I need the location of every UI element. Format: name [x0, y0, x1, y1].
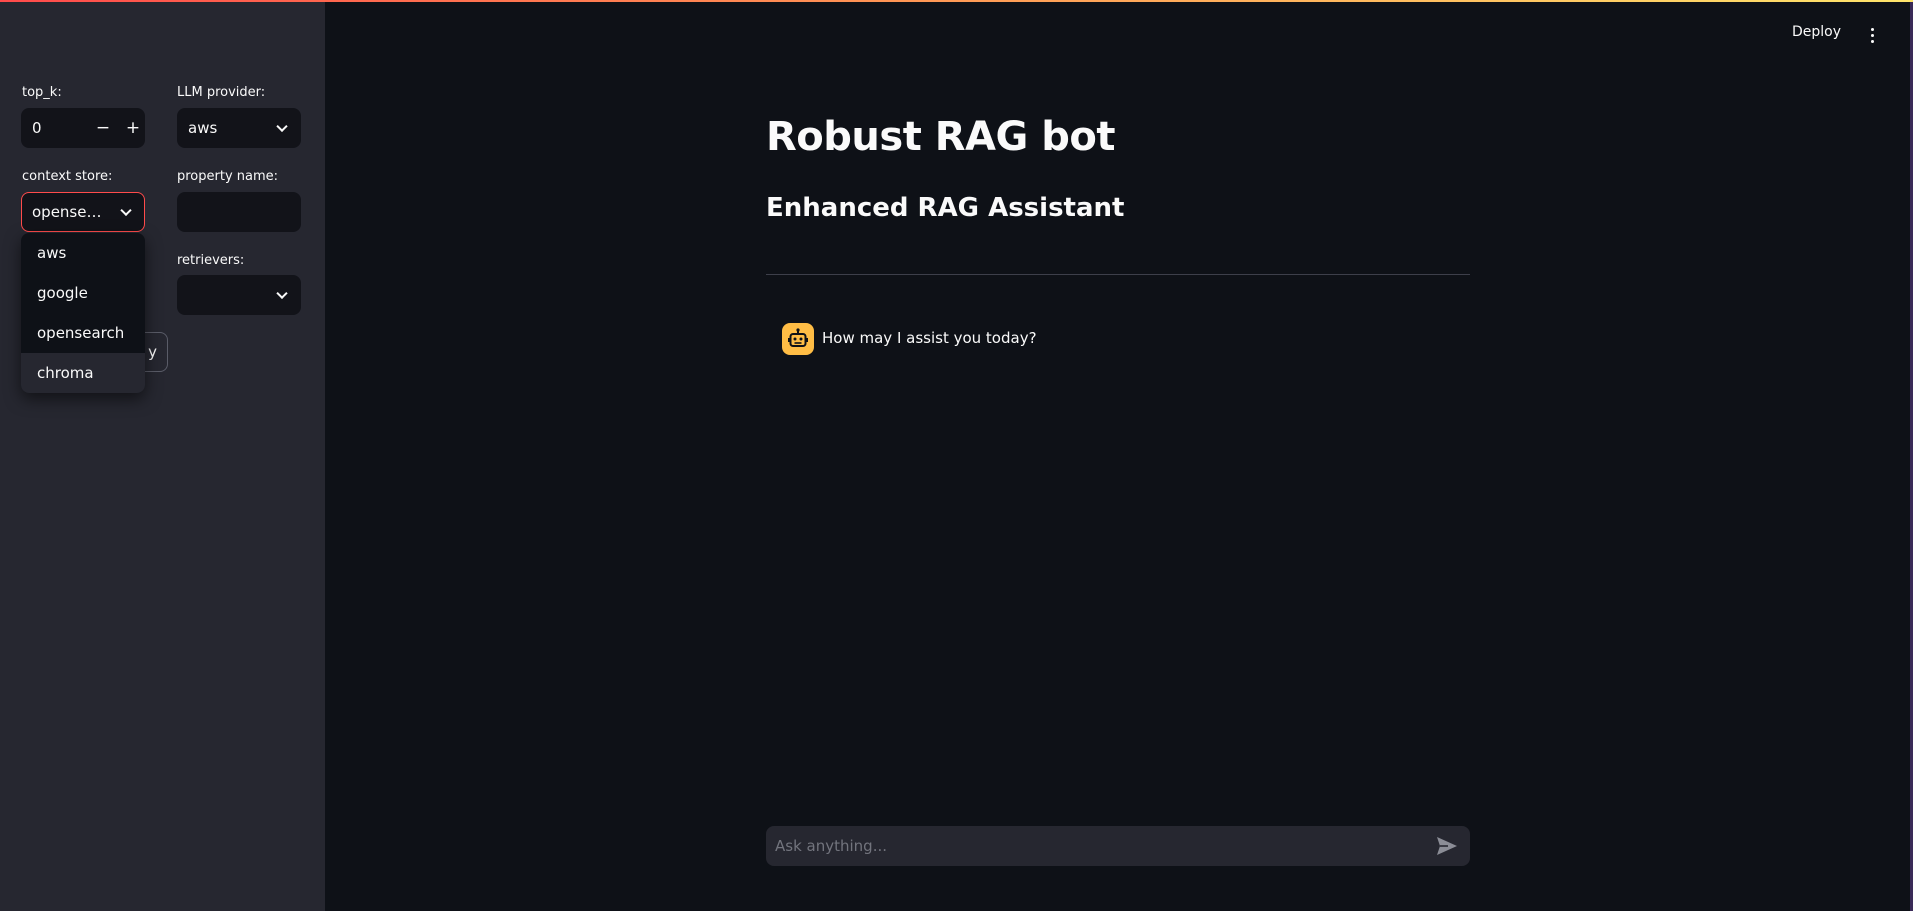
decrement-button[interactable]: −	[88, 109, 118, 147]
send-icon[interactable]	[1436, 836, 1458, 856]
llm-provider-select[interactable]: aws	[177, 108, 301, 148]
increment-button[interactable]: +	[118, 109, 148, 147]
app-window: top_k: 0 − + LLM provider: aws context s…	[0, 0, 1913, 911]
property-name-label: property name:	[177, 169, 279, 184]
dropdown-option-opensearch[interactable]: opensearch	[21, 313, 145, 353]
llm-provider-value: aws	[188, 119, 218, 137]
property-name-input[interactable]	[177, 192, 301, 232]
llm-provider-label: LLM provider:	[177, 85, 266, 100]
sidebar: top_k: 0 − + LLM provider: aws context s…	[0, 0, 325, 911]
chat-input-box	[766, 826, 1470, 866]
context-store-dropdown: aws google opensearch chroma	[21, 233, 145, 393]
chevron-down-icon	[276, 120, 288, 133]
top-k-stepper[interactable]: 0 − +	[21, 108, 145, 148]
context-store-select[interactable]: opense…	[21, 192, 145, 232]
deploy-button[interactable]: Deploy	[1792, 24, 1841, 40]
top-k-value[interactable]: 0	[32, 119, 42, 137]
retrievers-label: retrievers:	[177, 253, 245, 268]
assistant-message: How may I assist you today?	[822, 329, 1037, 347]
chat-input[interactable]	[766, 826, 1406, 866]
dropdown-option-aws[interactable]: aws	[21, 233, 145, 273]
dropdown-option-chroma[interactable]: chroma	[21, 353, 145, 393]
page-title: Robust RAG bot	[766, 114, 1116, 160]
retrievers-select[interactable]	[177, 275, 301, 315]
top-decoration-bar	[0, 0, 1913, 2]
dropdown-option-google[interactable]: google	[21, 273, 145, 313]
robot-icon	[782, 323, 814, 355]
context-store-value: opense…	[32, 203, 102, 221]
chevron-down-icon	[120, 204, 132, 217]
chevron-down-icon	[276, 287, 288, 300]
context-store-label: context store:	[22, 169, 113, 184]
top-k-label: top_k:	[22, 85, 62, 100]
page-subtitle: Enhanced RAG Assistant	[766, 193, 1125, 223]
divider	[766, 274, 1470, 275]
kebab-menu-icon[interactable]	[1863, 26, 1883, 46]
